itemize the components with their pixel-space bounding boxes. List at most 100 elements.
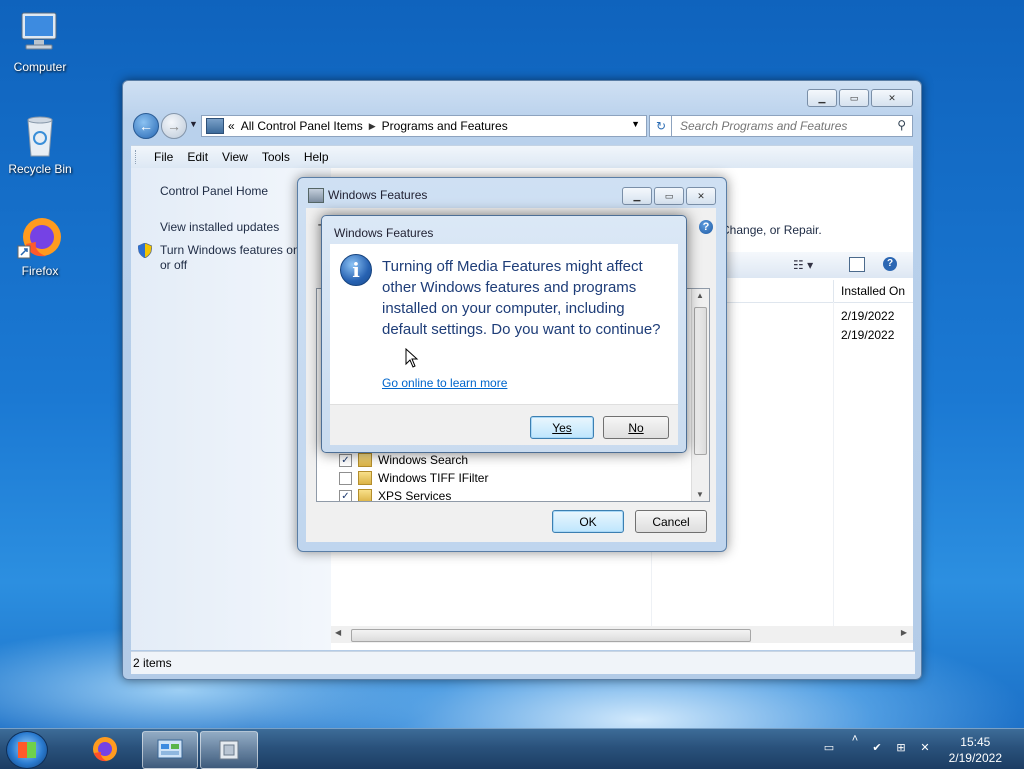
folder-icon	[358, 471, 372, 485]
control-panel-home-link[interactable]: Control Panel Home	[160, 184, 268, 198]
start-button[interactable]	[6, 731, 48, 769]
window-caption-buttons: ▁ ▭ ✕	[807, 89, 913, 107]
search-icon[interactable]: ⚲	[897, 118, 906, 132]
scrollbar-thumb[interactable]	[351, 629, 751, 642]
address-box[interactable]: « All Control Panel Items ▶ Programs and…	[201, 115, 647, 137]
maximize-button[interactable]: ▭	[654, 187, 684, 205]
desktop: Computer Recycle Bin Firefox ▁ ▭ ✕ ← → ▼…	[0, 0, 1024, 728]
vertical-scrollbar[interactable]: ▲ ▼	[691, 289, 709, 501]
info-icon: i	[340, 254, 372, 286]
minimize-button[interactable]: ▁	[807, 89, 837, 107]
dialog-title: Windows Features	[334, 226, 434, 240]
recycle-bin-icon	[16, 112, 64, 158]
firefox-icon	[93, 737, 117, 762]
help-icon[interactable]: ?	[699, 220, 713, 234]
refresh-button[interactable]: ↻	[649, 115, 673, 137]
control-panel-icon	[157, 739, 183, 759]
minimize-icon: ▁	[633, 190, 641, 201]
menu-file[interactable]: File	[147, 150, 180, 164]
scroll-right-icon[interactable]: ▶	[901, 628, 907, 637]
status-bar: 2 items	[131, 651, 915, 674]
checkbox-checked[interactable]: ✓	[339, 453, 352, 467]
turn-windows-features-link[interactable]: Turn Windows features on or off	[160, 243, 305, 273]
dialog-title: Windows Features	[328, 188, 428, 202]
horizontal-scrollbar[interactable]: ◀ ▶	[331, 626, 913, 643]
confirm-message: Turning off Media Features might affect …	[382, 258, 661, 338]
taskbar: ▭ ˄ ✔ ⊞ ✕ 15:45 2/19/2022	[0, 728, 1024, 769]
desktop-icon-recycle-bin[interactable]: Recycle Bin	[0, 112, 80, 176]
tree-item-label: Windows TIFF IFilter	[378, 471, 489, 485]
uac-shield-icon	[137, 242, 153, 259]
checkbox-checked[interactable]: ✓	[339, 489, 352, 501]
search-input[interactable]	[678, 118, 892, 134]
desktop-icon-label: Recycle Bin	[8, 162, 72, 176]
view-installed-updates-link[interactable]: View installed updates	[160, 220, 279, 234]
desktop-icon-firefox[interactable]: Firefox	[0, 214, 80, 278]
taskbar-clock[interactable]: 15:45 2/19/2022	[949, 734, 1002, 766]
taskbar-firefox[interactable]	[84, 731, 126, 767]
breadcrumb-separator-icon[interactable]: ▶	[369, 121, 376, 132]
confirm-dialog: Windows Features i Turning off Media Fea…	[321, 215, 687, 453]
no-button[interactable]: No	[603, 416, 669, 439]
recent-pages-dropdown-icon[interactable]: ▼	[189, 119, 198, 129]
taskbar-windows-features[interactable]	[200, 731, 258, 769]
cancel-button[interactable]: Cancel	[635, 510, 707, 533]
tree-item-windows-search[interactable]: ✓ Windows Search	[339, 451, 468, 469]
menu-edit[interactable]: Edit	[180, 150, 215, 164]
taskbar-control-panel[interactable]	[142, 731, 198, 769]
search-box[interactable]: ⚲	[671, 115, 913, 137]
address-overflow-chevron[interactable]: «	[228, 119, 235, 133]
windows-logo-icon	[18, 742, 36, 758]
desktop-icon-label: Firefox	[21, 264, 59, 278]
tree-item-label: Windows Search	[378, 453, 469, 467]
maximize-button[interactable]: ▭	[839, 89, 869, 107]
show-hidden-icons-icon[interactable]: ˄	[848, 733, 862, 747]
menu-bar: File Edit View Tools Help	[131, 145, 913, 169]
help-icon[interactable]: ?	[883, 257, 897, 271]
address-bar: ← → ▼ « All Control Panel Items ▶ Progra…	[133, 113, 913, 139]
close-button[interactable]: ✕	[686, 187, 716, 205]
scroll-down-icon[interactable]: ▼	[696, 490, 704, 499]
tree-item-label: XPS Services	[378, 489, 452, 502]
column-divider	[833, 280, 834, 302]
forward-button[interactable]: →	[161, 113, 187, 139]
breadcrumb-all-control-panel-items[interactable]: All Control Panel Items	[241, 119, 363, 133]
preview-pane-icon[interactable]	[849, 257, 865, 272]
dialog-caption-buttons: ▁ ▭ ✕	[622, 187, 716, 205]
minimize-icon: ▁	[818, 92, 826, 103]
scroll-up-icon[interactable]: ▲	[696, 291, 704, 300]
security-status-icon[interactable]: ✔	[870, 741, 884, 755]
menu-view[interactable]: View	[215, 150, 255, 164]
network-icon[interactable]: ⊞	[894, 741, 908, 755]
scrollbar-thumb[interactable]	[694, 307, 707, 455]
desktop-icon-label: Computer	[13, 60, 67, 74]
menu-tools[interactable]: Tools	[255, 150, 297, 164]
folder-icon	[358, 489, 372, 501]
tree-item-xps-services[interactable]: ✓ XPS Services	[339, 487, 452, 502]
scroll-left-icon[interactable]: ◀	[335, 628, 341, 637]
clock-date: 2/19/2022	[948, 751, 1002, 765]
status-item-count: 2 items	[133, 656, 172, 670]
column-installed-on[interactable]: Installed On	[841, 284, 905, 298]
tree-item-windows-tiff-ifilter[interactable]: Windows TIFF IFilter	[339, 469, 488, 487]
breadcrumb-programs-and-features[interactable]: Programs and Features	[382, 119, 508, 133]
firefox-icon	[16, 214, 64, 260]
desktop-icon-computer[interactable]: Computer	[0, 10, 80, 74]
forward-arrow-icon: →	[167, 118, 181, 134]
views-icon[interactable]: ☷ ▾	[793, 258, 813, 272]
windows-features-icon	[308, 188, 324, 203]
ok-button[interactable]: OK	[552, 510, 624, 533]
address-dropdown-icon[interactable]: ▼	[631, 119, 640, 129]
close-button[interactable]: ✕	[871, 89, 913, 107]
refresh-icon: ↻	[655, 119, 667, 133]
minimize-button[interactable]: ▁	[622, 187, 652, 205]
close-icon: ✕	[888, 92, 896, 103]
yes-button[interactable]: Yes	[530, 416, 594, 439]
volume-muted-icon[interactable]: ✕	[918, 741, 932, 755]
learn-more-link[interactable]: Go online to learn more	[382, 376, 507, 390]
menu-help[interactable]: Help	[297, 150, 336, 164]
checkbox-unchecked[interactable]	[339, 471, 352, 485]
maximize-icon: ▭	[849, 92, 859, 103]
back-button[interactable]: ←	[133, 113, 159, 139]
action-center-icon[interactable]: ▭	[822, 741, 836, 755]
